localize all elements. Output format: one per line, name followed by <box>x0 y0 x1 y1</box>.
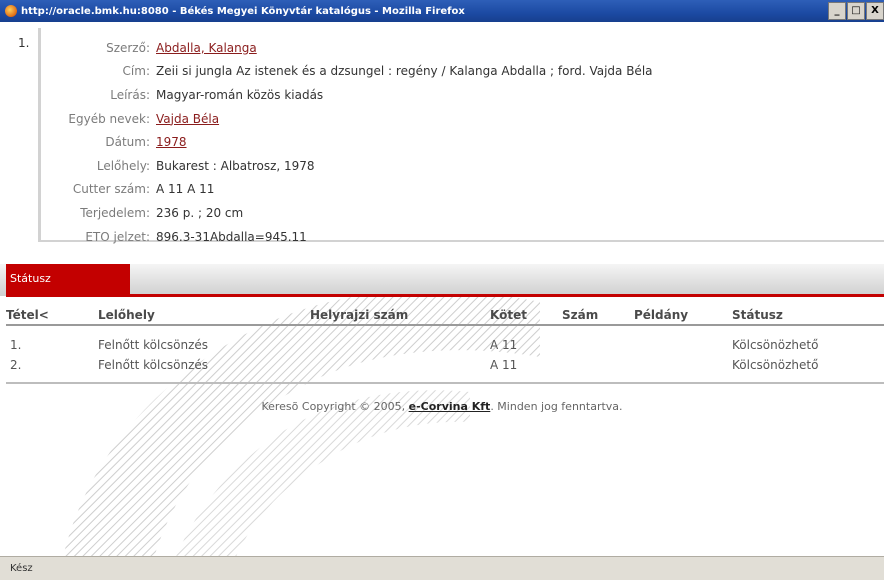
cell-volume: A 11 <box>490 358 518 372</box>
page-content: 1. Szerző: Abdalla, Kalanga Cím: Zeii si… <box>0 22 884 556</box>
field-author: Szerző: Abdalla, Kalanga <box>40 36 880 60</box>
field-label: Dátum: <box>105 135 150 150</box>
close-button[interactable]: X <box>866 2 884 20</box>
author-link[interactable]: Abdalla, Kalanga <box>156 41 257 55</box>
record-details: Szerző: Abdalla, Kalanga Cím: Zeii si ju… <box>40 36 880 248</box>
window-titlebar: http://oracle.bmk.hu:8080 - Békés Megyei… <box>0 0 884 22</box>
cell-location: Felnőtt kölcsönzés <box>98 358 209 372</box>
col-shelf: Helyrajzi szám <box>310 308 409 322</box>
table-row: 2. Felnőtt kölcsönzés A 11 Kölcsönözhető <box>0 358 884 378</box>
field-extent: Terjedelem: 236 p. ; 20 cm <box>40 201 880 225</box>
minimize-button[interactable]: _ <box>828 2 846 20</box>
field-other-names: Egyéb nevek: Vajda Béla <box>40 107 880 131</box>
field-label: Terjedelem: <box>80 205 150 220</box>
field-label: Lelőhely: <box>96 158 150 173</box>
table-bottom-divider <box>6 382 884 384</box>
window-title: http://oracle.bmk.hu:8080 - Békés Megyei… <box>21 5 465 17</box>
vendor-link[interactable]: e-Corvina Kft <box>409 400 491 413</box>
col-volume: Kötet <box>490 308 527 322</box>
field-label: Cím: <box>122 64 150 79</box>
table-header-divider <box>6 324 884 326</box>
field-value: 236 p. ; 20 cm <box>156 205 244 220</box>
col-location: Lelőhely <box>98 308 155 322</box>
field-value: Bukarest : Albatrosz, 1978 <box>156 158 315 173</box>
field-description: Leírás: Magyar-román közös kiadás <box>40 83 880 107</box>
field-publication: Lelőhely: Bukarest : Albatrosz, 1978 <box>40 154 880 178</box>
col-copy: Példány <box>634 308 689 322</box>
cell-item: 2. <box>10 358 22 372</box>
record-index: 1. <box>18 36 30 50</box>
date-link[interactable]: 1978 <box>156 135 187 149</box>
cell-location: Felnőtt kölcsönzés <box>98 338 209 352</box>
cell-volume: A 11 <box>490 338 518 352</box>
window-controls: _ □ X <box>828 2 884 20</box>
maximize-button[interactable]: □ <box>847 2 865 20</box>
cell-status: Kölcsönözhető <box>732 338 819 352</box>
status-text: Kész <box>10 563 33 574</box>
field-label: Szerző: <box>106 40 150 55</box>
field-label: Leírás: <box>110 87 150 102</box>
cell-status: Kölcsönözhető <box>732 358 819 372</box>
firefox-icon <box>5 5 17 17</box>
field-label: Cutter szám: <box>72 182 150 197</box>
browser-statusbar: Kész <box>0 556 884 580</box>
field-value: 896.3-31Abdalla=945.11 <box>156 229 307 244</box>
field-cutter: Cutter szám: A 11 A 11 <box>40 178 880 202</box>
cell-item: 1. <box>10 338 22 352</box>
field-date: Dátum: 1978 <box>40 130 880 154</box>
holdings-table-header: Tétel< Lelőhely Helyrajzi szám Kötet Szá… <box>0 304 884 326</box>
field-udc: ETO jelzet: 896.3-31Abdalla=945.11 <box>40 225 880 249</box>
col-number: Szám <box>562 308 599 322</box>
field-label: ETO jelzet: <box>85 229 150 244</box>
col-status: Státusz <box>732 308 783 322</box>
copyright-suffix: . Minden jog fenntartva. <box>490 400 623 413</box>
field-value: Zeii si jungla Az istenek és a dzsungel … <box>156 64 653 79</box>
field-label: Egyéb nevek: <box>68 111 150 126</box>
other-names-link[interactable]: Vajda Béla <box>156 112 219 126</box>
copyright-footer: Keresõ Copyright © 2005, e-Corvina Kft. … <box>0 400 884 413</box>
tab-status[interactable]: Státusz <box>6 264 130 294</box>
table-row: 1. Felnőtt kölcsönzés A 11 Kölcsönözhető <box>0 338 884 358</box>
field-title: Cím: Zeii si jungla Az istenek és a dzsu… <box>40 60 880 84</box>
field-value: A 11 A 11 <box>156 182 215 197</box>
status-tab-bar <box>0 264 884 296</box>
field-value: Magyar-román közös kiadás <box>156 87 324 102</box>
copyright-text: Keresõ Copyright © 2005, <box>261 400 406 413</box>
status-tab-underline <box>6 294 884 297</box>
col-item[interactable]: Tétel< <box>6 308 49 322</box>
